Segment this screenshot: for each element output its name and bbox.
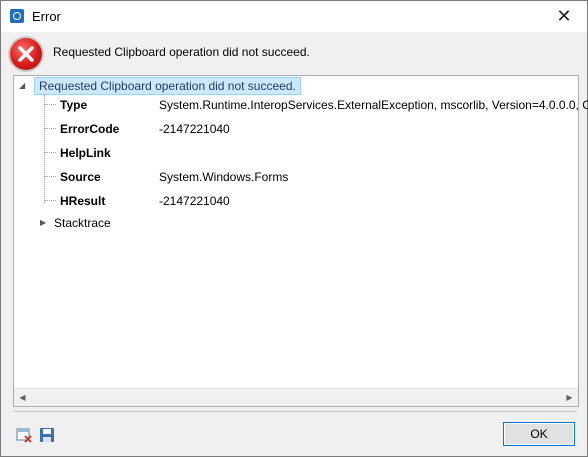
property-key: Source xyxy=(60,170,101,184)
error-message: Requested Clipboard operation did not su… xyxy=(53,45,310,59)
tree-root-node[interactable]: Requested Clipboard operation did not su… xyxy=(34,77,301,95)
scroll-track[interactable] xyxy=(31,392,561,403)
property-value: -2147221040 xyxy=(159,122,230,136)
property-key: HelpLink xyxy=(60,146,111,160)
tree-row-helplink[interactable]: HelpLink xyxy=(14,142,578,164)
property-value: System.Runtime.InteropServices.ExternalE… xyxy=(159,98,588,112)
footer-divider xyxy=(13,411,577,412)
property-key: Type xyxy=(60,98,88,112)
ok-button[interactable]: OK xyxy=(503,422,575,446)
tree-row-stacktrace[interactable]: ▶ Stacktrace xyxy=(14,213,578,235)
app-icon xyxy=(10,9,24,23)
tree-row-type[interactable]: Type System.Runtime.InteropServices.Exte… xyxy=(14,94,588,116)
horizontal-scrollbar[interactable]: ◀ ▶ xyxy=(14,388,578,406)
error-dialog: Error ✕ Requested Clipboard operation di… xyxy=(0,0,588,457)
tree-row-hresult[interactable]: HResult -2147221040 xyxy=(14,190,578,212)
tree-row-source[interactable]: Source System.Windows.Forms xyxy=(14,166,578,188)
collapse-icon[interactable]: ◢ xyxy=(19,81,25,90)
save-icon[interactable] xyxy=(39,427,55,443)
property-key: HResult xyxy=(60,194,106,208)
expand-icon[interactable]: ▶ xyxy=(40,218,46,227)
title-bar: Error ✕ xyxy=(1,1,587,32)
exception-tree[interactable]: ◢ Requested Clipboard operation did not … xyxy=(13,75,588,407)
tree-row-errorcode[interactable]: ErrorCode -2147221040 xyxy=(14,118,578,140)
property-key: ErrorCode xyxy=(60,122,120,136)
scroll-right-icon[interactable]: ▶ xyxy=(561,389,578,406)
scroll-left-icon[interactable]: ◀ xyxy=(14,389,31,406)
stacktrace-node: Stacktrace xyxy=(54,216,111,230)
close-button[interactable]: ✕ xyxy=(541,1,587,32)
error-icon xyxy=(10,38,42,70)
property-value: -2147221040 xyxy=(159,194,230,208)
property-value: System.Windows.Forms xyxy=(159,170,289,184)
clear-icon[interactable] xyxy=(16,427,32,443)
window-title: Error xyxy=(32,9,61,24)
